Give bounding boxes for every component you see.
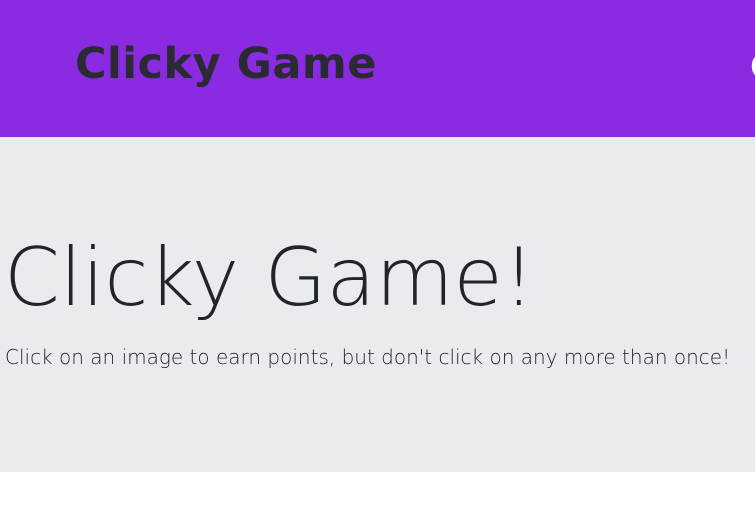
page-title: Clicky Game!: [4, 231, 535, 324]
score-text: C: [750, 48, 755, 88]
game-area: [0, 472, 755, 532]
brand-link[interactable]: Clicky Game: [75, 36, 377, 92]
jumbotron: Clicky Game! Click on an image to earn p…: [0, 137, 755, 472]
instructions-text: Click on an image to earn points, but do…: [5, 345, 731, 369]
top-navbar: Clicky Game C: [0, 0, 755, 137]
